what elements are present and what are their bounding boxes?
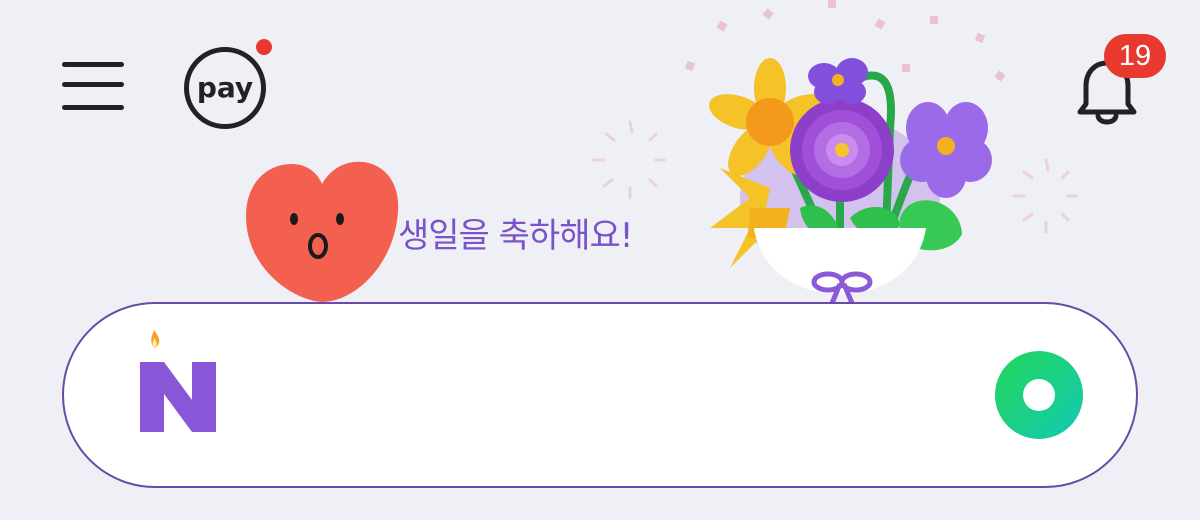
green-circle-button-icon[interactable]	[994, 350, 1084, 440]
search-input[interactable]	[254, 344, 958, 446]
hamburger-menu-icon[interactable]	[58, 58, 128, 116]
flower-bouquet-icon	[709, 58, 992, 308]
search-bar[interactable]	[62, 302, 1138, 488]
heart-character-icon	[246, 161, 399, 302]
pay-button[interactable]: pay	[184, 47, 266, 129]
birthday-candle-n-logo-icon[interactable]	[138, 330, 218, 434]
notification-count-badge: 19	[1104, 34, 1166, 78]
pay-label: pay	[196, 70, 254, 104]
pay-new-indicator-dot	[256, 39, 272, 55]
birthday-greeting: 생일을 축하해요!	[398, 216, 633, 256]
